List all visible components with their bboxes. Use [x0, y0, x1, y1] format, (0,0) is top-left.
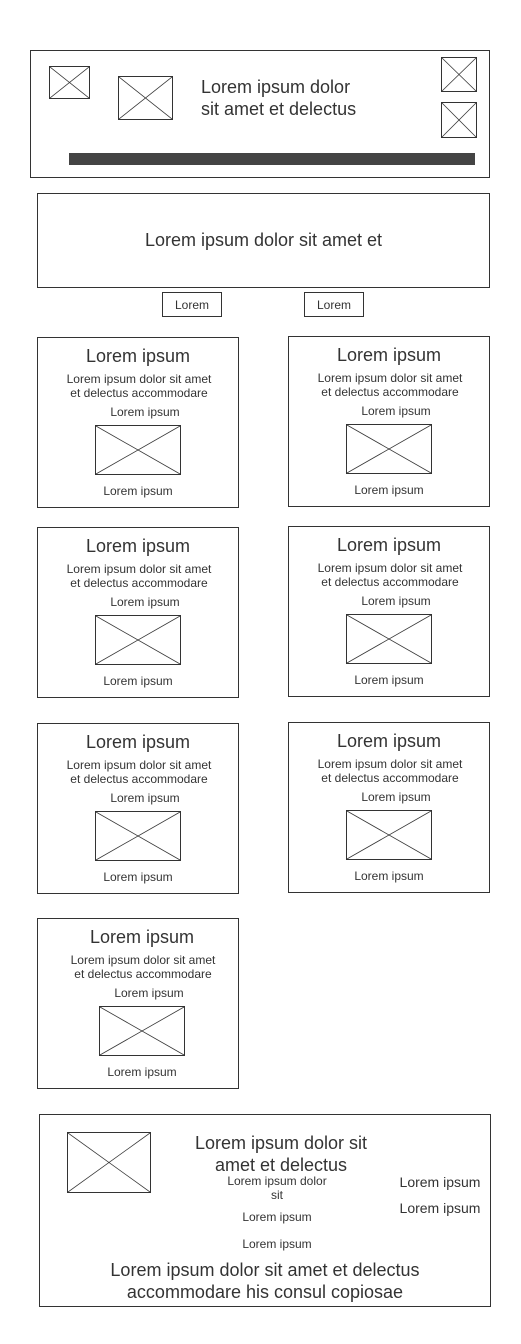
left-lorem-button[interactable]: Lorem	[162, 292, 222, 317]
card: Lorem ipsum Lorem ipsum dolor sit amet et …	[288, 336, 490, 507]
footer-bottom-line2: accommodare his consul copiosae	[126, 1281, 404, 1302]
card-image-placeholder-icon	[99, 1006, 185, 1056]
card-footer-link[interactable]: Lorem ipsum	[42, 1065, 242, 1079]
card-image-placeholder-icon	[95, 811, 181, 861]
card-description-line1: Lorem ipsum dolor sit amet	[66, 758, 212, 772]
card-description-line1: Lorem ipsum dolor sit amet	[66, 372, 212, 386]
banner-panel: Lorem ipsum dolor sit amet et	[37, 193, 490, 288]
card-description-line2: et delectus accommodare	[321, 385, 459, 400]
card-subtitle: Lorem ipsum	[110, 595, 180, 609]
card-image-placeholder-icon	[95, 425, 181, 475]
card-subtitle: Lorem ipsum	[110, 791, 180, 805]
card: Lorem ipsum Lorem ipsum dolor sit amet et …	[37, 918, 239, 1089]
card-description: Lorem ipsum dolor sit amet et delectus ac…	[295, 561, 485, 590]
header-panel: Lorem ipsum dolor sit amet et delectus	[30, 50, 490, 178]
right-lorem-button[interactable]: Lorem	[304, 292, 364, 317]
card-description: Lorem ipsum dolor sit amet et delectus ac…	[295, 371, 485, 400]
footer-link-1[interactable]: Lorem ipsum	[217, 1210, 337, 1224]
card: Lorem ipsum Lorem ipsum dolor sit amet et …	[37, 337, 239, 508]
card: Lorem ipsum Lorem ipsum dolor sit amet et …	[37, 527, 239, 698]
card-description-line2: et delectus accommodare	[74, 967, 212, 982]
card: Lorem ipsum Lorem ipsum dolor sit amet et …	[288, 526, 490, 697]
card-description-line1: Lorem ipsum dolor sit amet	[317, 371, 463, 385]
header-title: Lorem ipsum dolor sit amet et delectus	[201, 77, 385, 120]
footer-link-2[interactable]: Lorem ipsum	[217, 1237, 337, 1251]
card-image-placeholder-icon	[346, 614, 432, 664]
card: Lorem ipsum Lorem ipsum dolor sit amet et …	[288, 722, 490, 893]
card-title: Lorem ipsum	[85, 346, 191, 366]
card-title: Lorem ipsum	[89, 927, 195, 947]
card-description: Lorem ipsum dolor sit amet et delectus ac…	[44, 758, 234, 787]
card-description: Lorem ipsum dolor sit amet et delectus ac…	[295, 757, 485, 786]
card-description-line2: et delectus accommodare	[70, 772, 208, 787]
card-subtitle: Lorem ipsum	[361, 790, 431, 804]
card-title: Lorem ipsum	[336, 731, 442, 751]
card-description-line2: et delectus accommodare	[70, 576, 208, 591]
logo-image-placeholder-icon	[118, 76, 173, 120]
card-footer-link[interactable]: Lorem ipsum	[289, 673, 489, 687]
footer-bottom-text: Lorem ipsum dolor sit amet et delectus a…	[40, 1260, 490, 1303]
card-title: Lorem ipsum	[336, 535, 442, 555]
footer-image-placeholder-icon	[67, 1132, 151, 1193]
header-title-line1: Lorem ipsum dolor	[201, 77, 351, 97]
card-description-line2: et delectus accommodare	[70, 386, 208, 401]
footer-subtitle: Lorem ipsum dolor sit	[207, 1174, 347, 1203]
card-footer-link[interactable]: Lorem ipsum	[38, 484, 238, 498]
footer-bottom-line1: Lorem ipsum dolor sit amet et delectus	[110, 1260, 420, 1280]
footer-title: Lorem ipsum dolor sit amet et delectus	[171, 1133, 391, 1176]
card-image-placeholder-icon	[346, 810, 432, 860]
card: Lorem ipsum Lorem ipsum dolor sit amet et …	[37, 723, 239, 894]
card-image-placeholder-icon	[346, 424, 432, 474]
banner-text: Lorem ipsum dolor sit amet et	[144, 230, 383, 250]
card-description-line1: Lorem ipsum dolor sit amet	[66, 562, 212, 576]
footer-title-line2: amet et delectus	[214, 1154, 348, 1175]
card-image-placeholder-icon	[95, 615, 181, 665]
footer-side-link-1[interactable]: Lorem ipsum	[385, 1174, 495, 1191]
card-title: Lorem ipsum	[85, 536, 191, 556]
card-footer-link[interactable]: Lorem ipsum	[38, 674, 238, 688]
top-right-image-placeholder-icon[interactable]	[441, 57, 477, 92]
card-description-line1: Lorem ipsum dolor sit amet	[317, 561, 463, 575]
card-description: Lorem ipsum dolor sit amet et delectus ac…	[48, 953, 238, 982]
card-description-line1: Lorem ipsum dolor sit amet	[70, 953, 216, 967]
footer-side-link-2[interactable]: Lorem ipsum	[385, 1200, 495, 1217]
card-footer-link[interactable]: Lorem ipsum	[289, 483, 489, 497]
header-title-line2: sit amet et delectus	[201, 98, 357, 119]
footer-subtitle-line1: Lorem ipsum dolor	[227, 1174, 327, 1188]
card-subtitle: Lorem ipsum	[361, 594, 431, 608]
card-description: Lorem ipsum dolor sit amet et delectus ac…	[44, 372, 234, 401]
header-bar	[69, 153, 475, 165]
card-subtitle: Lorem ipsum	[361, 404, 431, 418]
card-title: Lorem ipsum	[336, 345, 442, 365]
card-footer-link[interactable]: Lorem ipsum	[289, 869, 489, 883]
footer-title-line1: Lorem ipsum dolor sit	[194, 1133, 368, 1153]
card-description-line2: et delectus accommodare	[321, 771, 459, 786]
card-description: Lorem ipsum dolor sit amet et delectus ac…	[44, 562, 234, 591]
footer-panel: Lorem ipsum dolor sit amet et delectus L…	[39, 1114, 491, 1307]
footer-subtitle-line2: sit	[271, 1188, 283, 1203]
bottom-right-image-placeholder-icon[interactable]	[441, 102, 477, 138]
card-description-line2: et delectus accommodare	[321, 575, 459, 590]
card-subtitle: Lorem ipsum	[114, 986, 184, 1000]
card-footer-link[interactable]: Lorem ipsum	[38, 870, 238, 884]
card-subtitle: Lorem ipsum	[110, 405, 180, 419]
image-placeholder-icon	[49, 66, 90, 99]
card-title: Lorem ipsum	[85, 732, 191, 752]
card-description-line1: Lorem ipsum dolor sit amet	[317, 757, 463, 771]
